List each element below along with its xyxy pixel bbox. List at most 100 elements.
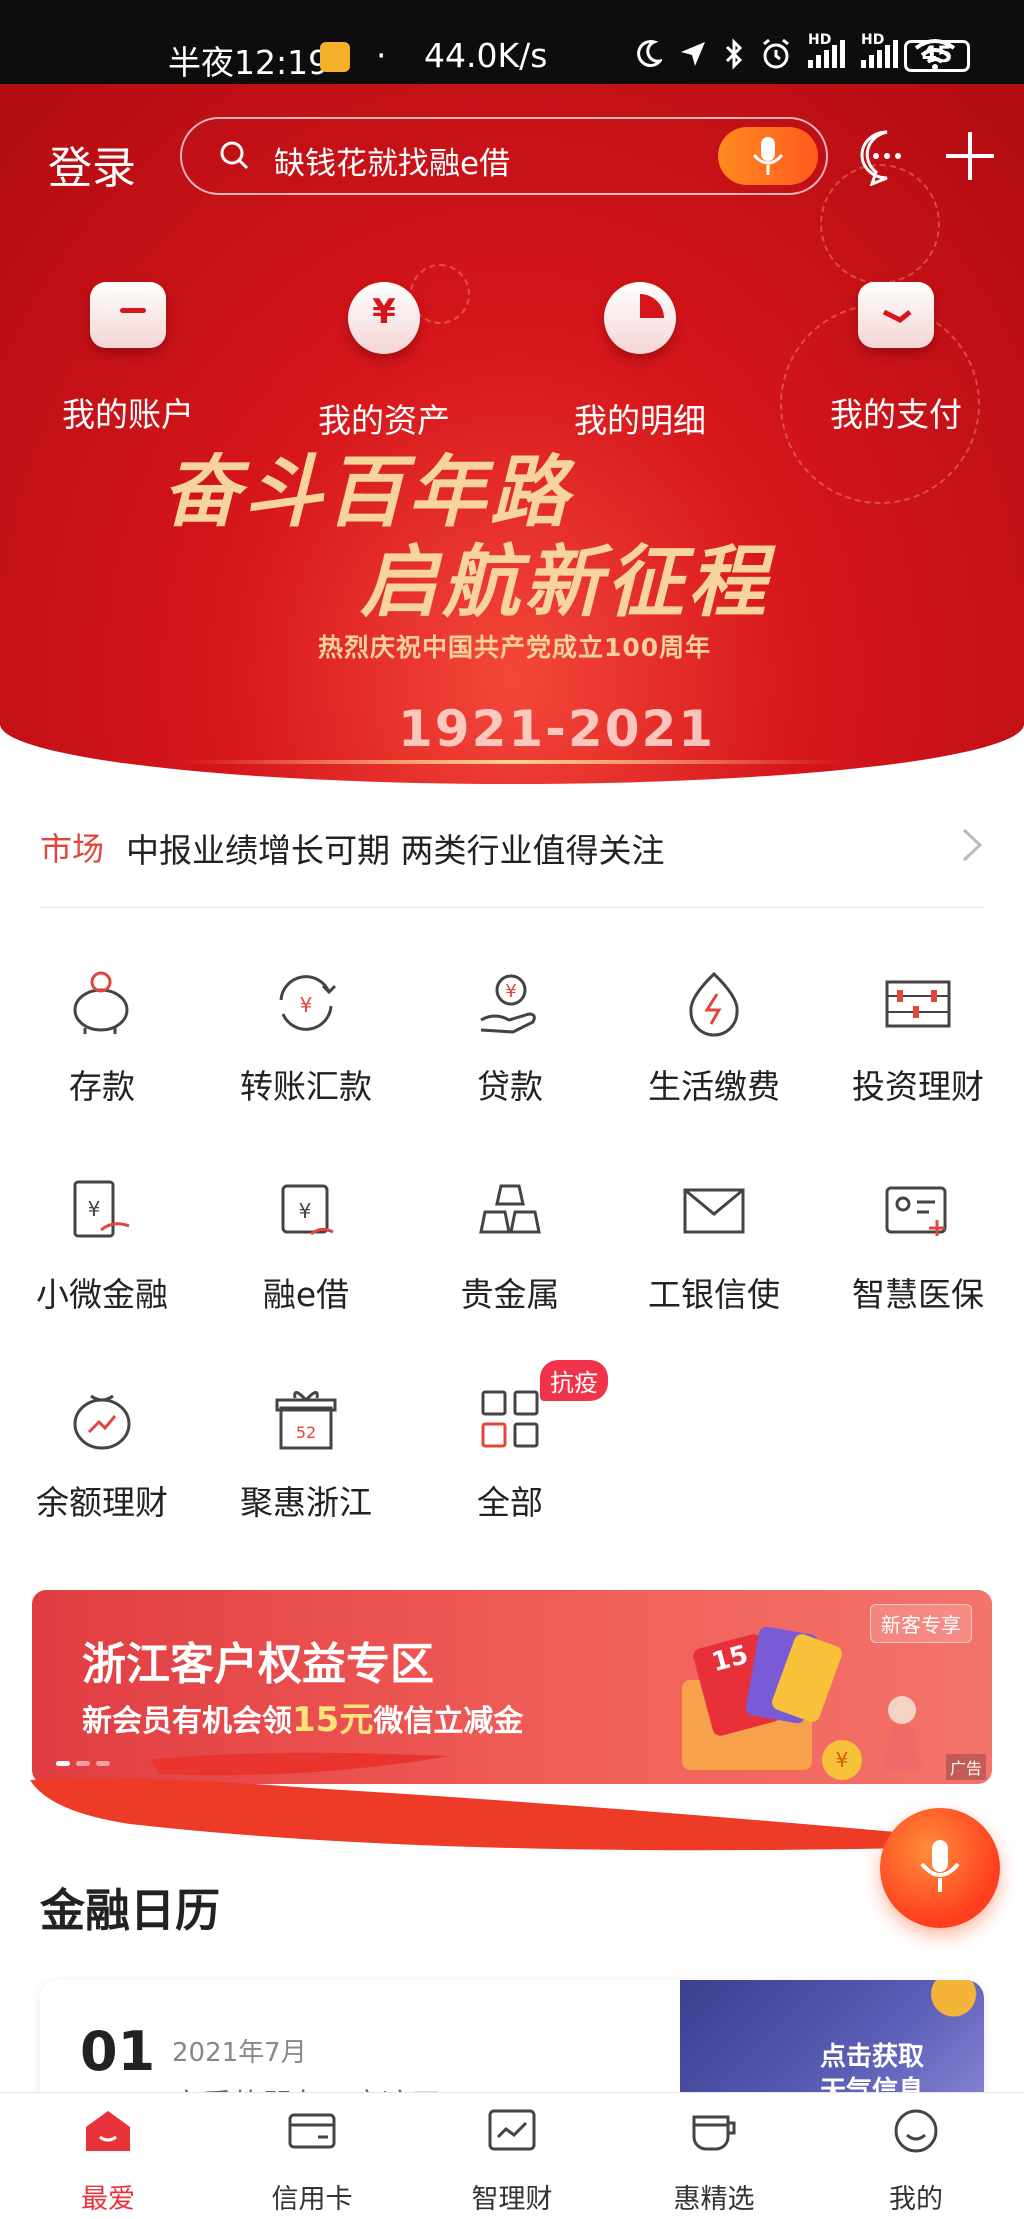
svg-text:52: 52 bbox=[296, 1423, 316, 1442]
promo-title: 浙江客户权益专区 bbox=[82, 1639, 434, 1690]
quick-action-assets[interactable]: ¥ 我的资产 bbox=[284, 282, 484, 442]
service-label: 智慧医保 bbox=[852, 1275, 984, 1314]
notification-app-icon bbox=[320, 42, 350, 72]
service-label: 贵金属 bbox=[460, 1275, 560, 1314]
moon-icon bbox=[637, 40, 662, 67]
calendar-title: 金融日历 bbox=[40, 1884, 221, 1937]
service-e-loan[interactable]: ¥ 融e借 bbox=[204, 1176, 408, 1316]
microphone-icon bbox=[752, 137, 784, 175]
redaction-scribble bbox=[30, 1752, 940, 1851]
quick-action-label: 我的账户 bbox=[62, 395, 194, 434]
search-placeholder: 缺钱花就找融e借 bbox=[274, 146, 511, 182]
yuan-coin-icon: ¥ bbox=[348, 282, 420, 354]
service-precious-metal[interactable]: 贵金属 bbox=[408, 1176, 612, 1316]
microphone-icon bbox=[920, 1840, 960, 1892]
smile-icon bbox=[894, 2109, 938, 2153]
tab-mine[interactable]: 我的 bbox=[814, 2107, 1018, 2216]
payment-icon bbox=[858, 282, 934, 348]
service-all[interactable]: 全部 bbox=[408, 1384, 612, 1524]
service-investment[interactable]: 投资理财 bbox=[816, 968, 1020, 1108]
service-label: 全部 bbox=[477, 1483, 543, 1522]
banner-subtitle: 热烈庆祝中国共产党成立100周年 bbox=[318, 633, 712, 662]
market-headline: 中报业绩增长可期 两类行业值得关注 bbox=[126, 831, 665, 870]
signal-1: HD bbox=[808, 32, 845, 68]
hd-label: HD bbox=[808, 32, 832, 48]
piggy-bank-icon bbox=[73, 971, 129, 1034]
service-transfer[interactable]: ¥ 转账汇款 bbox=[204, 968, 408, 1108]
tab-selected-deals[interactable]: 惠精选 bbox=[612, 2107, 816, 2216]
bill-pay-icon bbox=[689, 971, 739, 1037]
market-tag: 市场 bbox=[40, 830, 105, 868]
cup-icon bbox=[692, 2115, 736, 2151]
grid-all-icon bbox=[481, 1390, 539, 1448]
money-bag-icon bbox=[73, 1394, 131, 1450]
service-label: 贷款 bbox=[477, 1067, 543, 1106]
calendar-month: 2021年7月 bbox=[172, 2038, 307, 2068]
plus-icon[interactable] bbox=[940, 126, 1000, 186]
banner-slogan-line2: 启航新征程 bbox=[360, 537, 771, 628]
banner-glow-line bbox=[180, 760, 844, 764]
service-deposit[interactable]: 存款 bbox=[0, 968, 204, 1108]
quick-action-details[interactable]: 我的明细 bbox=[540, 282, 740, 442]
promo-subtitle: 新会员有机会领15元微信立减金 bbox=[82, 1692, 523, 1741]
tab-credit-card[interactable]: 信用卡 bbox=[210, 2107, 414, 2216]
service-label: 融e借 bbox=[262, 1275, 350, 1314]
svg-text:¥: ¥ bbox=[299, 1199, 312, 1223]
service-label: 存款 bbox=[69, 1067, 135, 1106]
service-loan[interactable]: ¥ 贷款 bbox=[408, 968, 612, 1108]
medical-card-icon bbox=[885, 1186, 947, 1236]
small-finance-icon: ¥ bbox=[73, 1180, 130, 1238]
search-icon bbox=[220, 141, 249, 170]
status-dot: · bbox=[376, 36, 387, 75]
promo-sub-prefix: 新会员有机会领 bbox=[82, 1704, 292, 1739]
market-news-row[interactable]: 市场 中报业绩增长可期 两类行业值得关注 bbox=[40, 820, 984, 908]
quick-action-payment[interactable]: 我的支付 bbox=[796, 282, 996, 436]
envelope-icon bbox=[683, 1188, 745, 1234]
service-messenger[interactable]: 工银信使 bbox=[612, 1176, 816, 1316]
service-bill-pay[interactable]: 生活缴费 bbox=[612, 968, 816, 1108]
banner-years: 1921-2021 bbox=[398, 700, 716, 758]
service-label: 生活缴费 bbox=[648, 1067, 780, 1106]
network-speed: 44.0K/s bbox=[424, 36, 548, 75]
message-icon[interactable] bbox=[858, 128, 916, 186]
svg-text:¥: ¥ bbox=[88, 1197, 101, 1221]
gift-box-icon: 52 bbox=[275, 1391, 337, 1450]
tab-smart-finance[interactable]: 智理财 bbox=[410, 2107, 614, 2216]
weather-cta-line1: 点击获取 bbox=[820, 2042, 925, 2072]
calendar-day: 01 bbox=[80, 2020, 156, 2083]
login-button[interactable]: 登录 bbox=[48, 132, 136, 196]
chevron-right-icon bbox=[962, 828, 983, 862]
service-medical[interactable]: 智慧医保 bbox=[816, 1176, 1020, 1316]
promo-amount: 15元 bbox=[292, 1700, 374, 1740]
voice-search-button[interactable] bbox=[718, 127, 818, 185]
service-balance-finance[interactable]: 余额理财 bbox=[0, 1384, 204, 1524]
service-label: 聚惠浙江 bbox=[240, 1483, 372, 1522]
tab-label: 我的 bbox=[889, 2184, 943, 2215]
abacus-icon bbox=[885, 980, 951, 1028]
tab-label: 智理财 bbox=[471, 2184, 553, 2215]
search-bar[interactable]: 缺钱花就找融e借 bbox=[180, 117, 828, 195]
bottom-nav: 最爱 信用卡 智理财 惠精选 我的 bbox=[0, 2092, 1024, 2219]
service-label: 工银信使 bbox=[648, 1275, 780, 1314]
service-zhejiang-deals[interactable]: 52 聚惠浙江 bbox=[204, 1384, 408, 1524]
service-label: 投资理财 bbox=[852, 1067, 984, 1106]
pie-chart-icon bbox=[604, 282, 676, 354]
hd-label: HD bbox=[861, 32, 885, 48]
service-label: 余额理财 bbox=[36, 1483, 168, 1522]
svg-text:¥: ¥ bbox=[505, 981, 516, 1002]
loan-hand-icon: ¥ bbox=[480, 974, 536, 1034]
signal-2: HD bbox=[861, 32, 898, 68]
battery-icon: 45 bbox=[904, 40, 970, 72]
service-label: 转账汇款 bbox=[240, 1067, 372, 1106]
status-time: 半夜12:19 bbox=[168, 43, 330, 82]
credit-card-icon bbox=[288, 2113, 336, 2149]
service-label: 小微金融 bbox=[36, 1275, 168, 1314]
home-icon bbox=[86, 2111, 130, 2151]
tab-favorites[interactable]: 最爱 bbox=[6, 2107, 210, 2216]
card-icon bbox=[90, 282, 166, 348]
service-small-finance[interactable]: ¥ 小微金融 bbox=[0, 1176, 204, 1316]
status-bar: 半夜12:19 · 44.0K/s HD HD 45 bbox=[0, 0, 1024, 84]
gold-bars-icon bbox=[479, 1184, 541, 1234]
floating-voice-button[interactable] bbox=[880, 1808, 1000, 1928]
quick-action-account[interactable]: 我的账户 bbox=[28, 282, 228, 436]
